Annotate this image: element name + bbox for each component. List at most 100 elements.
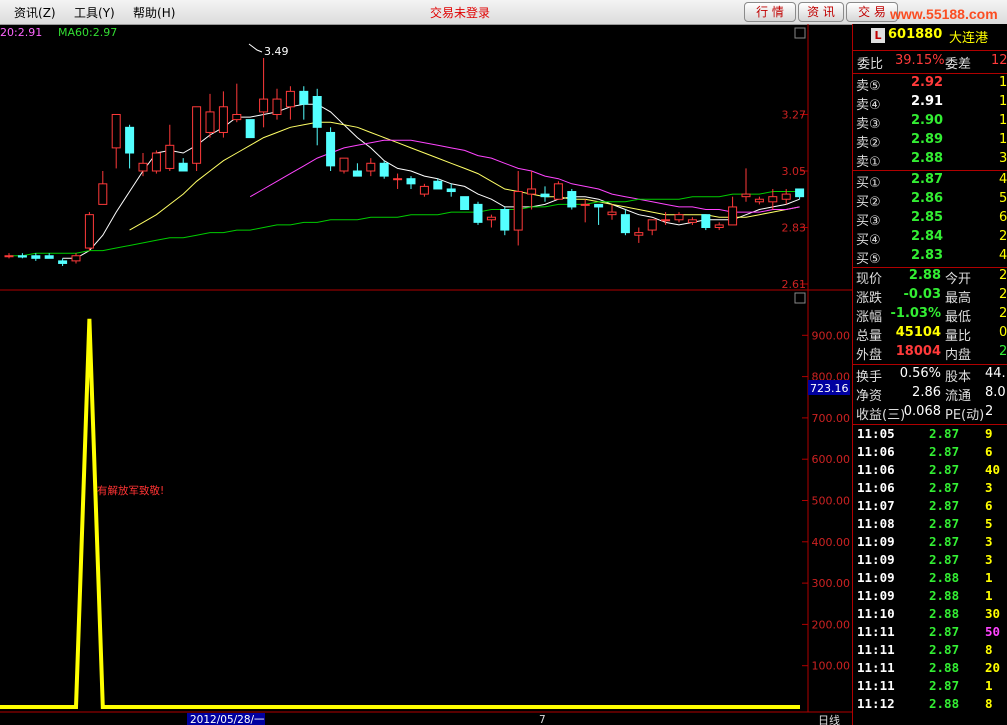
quote-panel: L 601880 大连港 委比 39.15% 委差 12 卖⑤ 2.92 1 卖④ 2.… (852, 24, 1007, 725)
candle-body (754, 198, 764, 203)
candle-body (151, 152, 161, 172)
ask-row: 卖③ 2.90 1 (853, 113, 1007, 132)
menu-bar: 资讯(Z) 工具(Y) 帮助(H) 交易未登录 行 情 资 讯 交 易 www.… (0, 0, 1007, 25)
high-arrow-icon (248, 43, 263, 53)
candle-body (674, 214, 684, 221)
panel-separator (853, 50, 1007, 51)
stat-row: 外盘 18004 内盘 27 (853, 344, 1007, 363)
tick-row: 11:10 2.88 30 (853, 606, 1007, 624)
bid-price: 2.84 (911, 229, 944, 244)
weibi-row: 委比 39.15% 委差 12 (853, 53, 1007, 72)
tick-row: 11:09 2.87 3 (853, 534, 1007, 552)
bid-volume: 2 (999, 229, 1007, 244)
tick-row: 11:06 2.87 3 (853, 480, 1007, 498)
stat-value-2: 27 (999, 344, 1007, 359)
candle-body (594, 203, 604, 208)
maximize-icon[interactable] (794, 27, 806, 39)
bid-label: 买② (856, 195, 881, 210)
stat-value-2: 2 (999, 287, 1007, 302)
candle-body (647, 219, 657, 231)
candle-body (553, 183, 563, 200)
indicator-tick-label: 600.00 (812, 453, 851, 466)
candle-body (312, 96, 322, 128)
stat-label-2: 最低 (945, 310, 972, 325)
stat2-row: 换手 0.56% 股本 44. (853, 366, 1007, 385)
tick-row: 11:09 2.88 1 (853, 570, 1007, 588)
chart-canvas[interactable]: 20:2.91 MA60:2.97 3.273.052.832.61 3.49 … (0, 24, 852, 725)
stock-header: L 601880 大连港 (853, 27, 1007, 47)
tick-volume: 3 (985, 480, 993, 495)
stat-value: -0.03 (903, 287, 941, 302)
tick-volume: 8 (985, 696, 993, 711)
candle-body (218, 106, 228, 133)
ma20-label: 20:2.91 (0, 26, 42, 39)
candle-body (473, 203, 483, 223)
candle-body (540, 193, 550, 198)
trade-login-status[interactable]: 交易未登录 (430, 4, 490, 21)
crosshair-value: 723.16 (810, 382, 849, 395)
indicator-tick-label: 100.00 (812, 660, 851, 673)
candle-body (44, 255, 54, 259)
bid-price: 2.87 (911, 172, 944, 187)
maximize-indicator-icon[interactable] (794, 292, 806, 304)
tick-volume: 20 (985, 660, 1001, 675)
candle-body (125, 126, 135, 154)
candle-body (406, 178, 416, 185)
ask-price: 2.88 (911, 151, 944, 166)
stat2-value: 0.068 (903, 404, 941, 419)
ask-volume: 1 (999, 132, 1007, 147)
ma5-line (62, 103, 800, 259)
bid-volume: 4 (999, 248, 1007, 263)
stat-value: -1.03% (890, 306, 942, 321)
candle-body (245, 119, 255, 139)
indicator-tick-label: 300.00 (812, 577, 851, 590)
stock-name[interactable]: 大连港 (949, 27, 988, 46)
candle-body (165, 144, 175, 169)
candle-body (111, 113, 121, 149)
stat2-row: 净资 2.86 流通 8.0 (853, 385, 1007, 404)
menu-tools[interactable]: 工具(Y) (74, 4, 115, 21)
tick-price: 2.87 (929, 642, 960, 657)
candle-body (352, 170, 362, 177)
panel-separator (853, 73, 1007, 74)
price-tick-label: 2.83 (782, 221, 807, 234)
tick-volume: 8 (985, 642, 993, 657)
bid-row: 买② 2.86 5 (853, 191, 1007, 210)
tick-row: 11:09 2.87 3 (853, 552, 1007, 570)
stat2-value-2: 44. (985, 366, 1006, 381)
bid-label: 买④ (856, 233, 881, 248)
kline-chart-area[interactable]: 20:2.91 MA60:2.97 3.27 3.05 2.83 2.61 3.49 … (0, 24, 852, 725)
candle-body (259, 98, 269, 113)
indicator-line (0, 318, 800, 709)
tick-price: 2.87 (929, 516, 960, 531)
bid-price: 2.85 (911, 210, 944, 225)
candle-body (71, 255, 81, 262)
period-tab-daily[interactable]: 日线 (818, 713, 840, 725)
news-button[interactable]: 资 讯 (798, 2, 844, 22)
menu-zixun-key: (Z) (38, 6, 56, 20)
weicha-label: 委差 (945, 57, 972, 72)
stat2-value: 0.56% (899, 366, 941, 381)
tick-time: 11:05 (857, 426, 895, 441)
menu-help-label: 帮助 (133, 6, 158, 20)
tick-row: 11:11 2.87 8 (853, 642, 1007, 660)
level-badge-icon: L (871, 28, 885, 43)
ask-price: 2.92 (911, 75, 944, 90)
stat-value: 45104 (895, 325, 941, 340)
tick-price: 2.88 (929, 696, 960, 711)
tick-volume: 6 (985, 498, 993, 513)
date-marker: 2012/05/28/一 (190, 714, 265, 725)
tick-row: 11:11 2.88 20 (853, 660, 1007, 678)
menu-zixun[interactable]: 资讯(Z) (14, 4, 56, 21)
tick-volume: 40 (985, 462, 1001, 477)
tick-volume: 3 (985, 552, 993, 567)
ask-row: 卖① 2.88 3 (853, 151, 1007, 170)
candles (4, 57, 805, 267)
menu-help[interactable]: 帮助(H) (133, 4, 175, 21)
time-tick-7: 7 (539, 714, 546, 725)
ma-legend: 20:2.91 MA60:2.97 (0, 26, 117, 39)
stock-code[interactable]: 601880 (888, 27, 942, 42)
bid-label: 买① (856, 176, 881, 191)
market-button[interactable]: 行 情 (744, 2, 796, 22)
stat-label: 涨幅 (856, 310, 883, 325)
